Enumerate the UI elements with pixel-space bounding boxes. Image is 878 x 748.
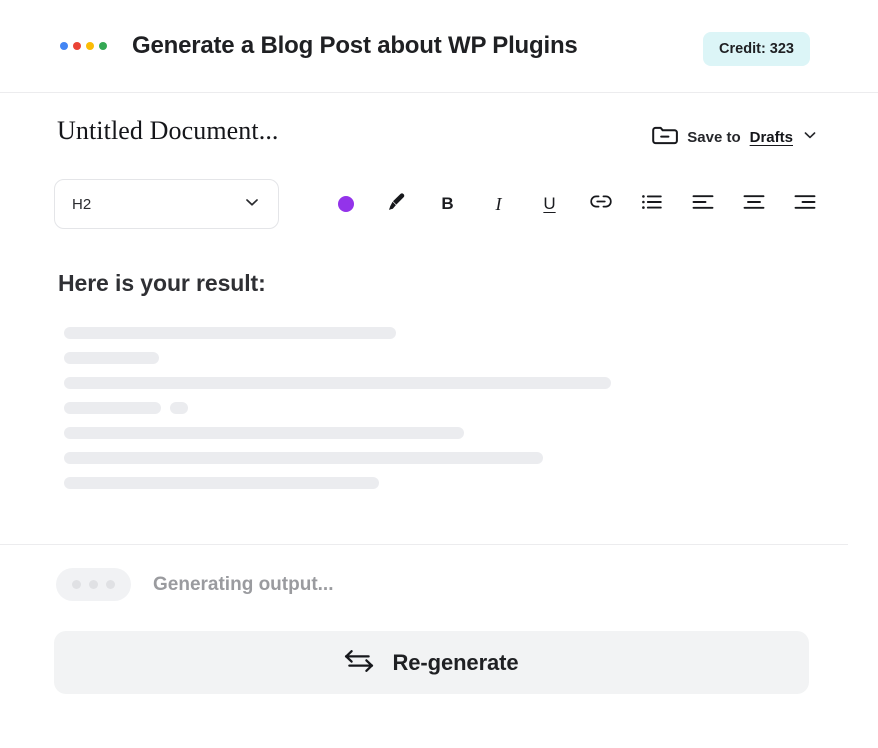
bold-tool[interactable]: B [422, 184, 473, 224]
status-text: Generating output... [153, 574, 334, 596]
skeleton-bar [64, 377, 611, 389]
bullet-list-tool[interactable] [626, 184, 677, 224]
document-title-row: Untitled Document... Save to Drafts [0, 93, 848, 168]
skeleton-row [64, 377, 824, 389]
editor-toolbar: H2 B I U [0, 175, 848, 235]
save-to-control[interactable]: Save to Drafts [651, 123, 818, 152]
app-logo [60, 42, 107, 50]
skeleton-bar [170, 402, 188, 414]
bullet-list-icon [641, 192, 663, 217]
align-left-tool[interactable] [677, 184, 728, 224]
loading-dot [72, 580, 81, 589]
editor-footer: Generating output... Re-generate [0, 545, 848, 748]
align-center-icon [743, 192, 765, 217]
skeleton-bar [64, 477, 379, 489]
folder-minus-icon [651, 123, 678, 152]
italic-tool[interactable]: I [473, 184, 524, 224]
skeleton-bar [64, 327, 396, 339]
result-heading: Here is your result: [58, 270, 266, 297]
logo-dot-yellow [86, 42, 94, 50]
skeleton-row [64, 477, 824, 489]
skeleton-row [64, 327, 824, 339]
regenerate-button[interactable]: Re-generate [54, 631, 809, 694]
generation-status: Generating output... [56, 568, 334, 601]
link-icon [589, 192, 613, 217]
skeleton-row [64, 427, 824, 439]
align-right-tool[interactable] [779, 184, 830, 224]
loading-dots-indicator [56, 568, 131, 601]
skeleton-row [64, 402, 824, 414]
link-tool[interactable] [575, 184, 626, 224]
loading-dot [106, 580, 115, 589]
skeleton-bar [64, 352, 159, 364]
align-right-icon [794, 192, 816, 217]
app-window: Generate a Blog Post about WP Plugins Cr… [0, 0, 878, 748]
app-header: Generate a Blog Post about WP Plugins Cr… [0, 0, 878, 93]
document-title[interactable]: Untitled Document... [57, 116, 279, 146]
formatting-tools: B I U [320, 175, 830, 233]
save-to-label: Save to [687, 129, 740, 146]
chevron-down-icon[interactable] [802, 127, 818, 148]
circle-filled-icon [338, 196, 354, 212]
heading-format-select[interactable]: H2 [54, 179, 279, 229]
save-target-label[interactable]: Drafts [750, 129, 793, 146]
page-title: Generate a Blog Post about WP Plugins [132, 32, 578, 60]
skeleton-bar [64, 402, 161, 414]
highlighter-icon [386, 191, 408, 218]
skeleton-row [64, 352, 824, 364]
loading-dot [89, 580, 98, 589]
heading-format-value: H2 [72, 196, 243, 213]
content-skeleton [64, 327, 824, 502]
underline-tool[interactable]: U [524, 184, 575, 224]
align-left-icon [692, 192, 714, 217]
skeleton-bar [64, 427, 464, 439]
skeleton-row [64, 452, 824, 464]
regenerate-label: Re-generate [392, 650, 518, 676]
logo-dot-red [73, 42, 81, 50]
credit-badge: Credit: 323 [703, 32, 810, 66]
text-color-swatch[interactable] [320, 184, 371, 224]
align-center-tool[interactable] [728, 184, 779, 224]
swap-arrows-icon [344, 648, 374, 677]
chevron-down-icon [243, 193, 261, 216]
highlighter-tool[interactable] [371, 184, 422, 224]
logo-dot-blue [60, 42, 68, 50]
editor-body[interactable]: Here is your result: [0, 240, 848, 545]
skeleton-bar [64, 452, 543, 464]
logo-dot-green [99, 42, 107, 50]
